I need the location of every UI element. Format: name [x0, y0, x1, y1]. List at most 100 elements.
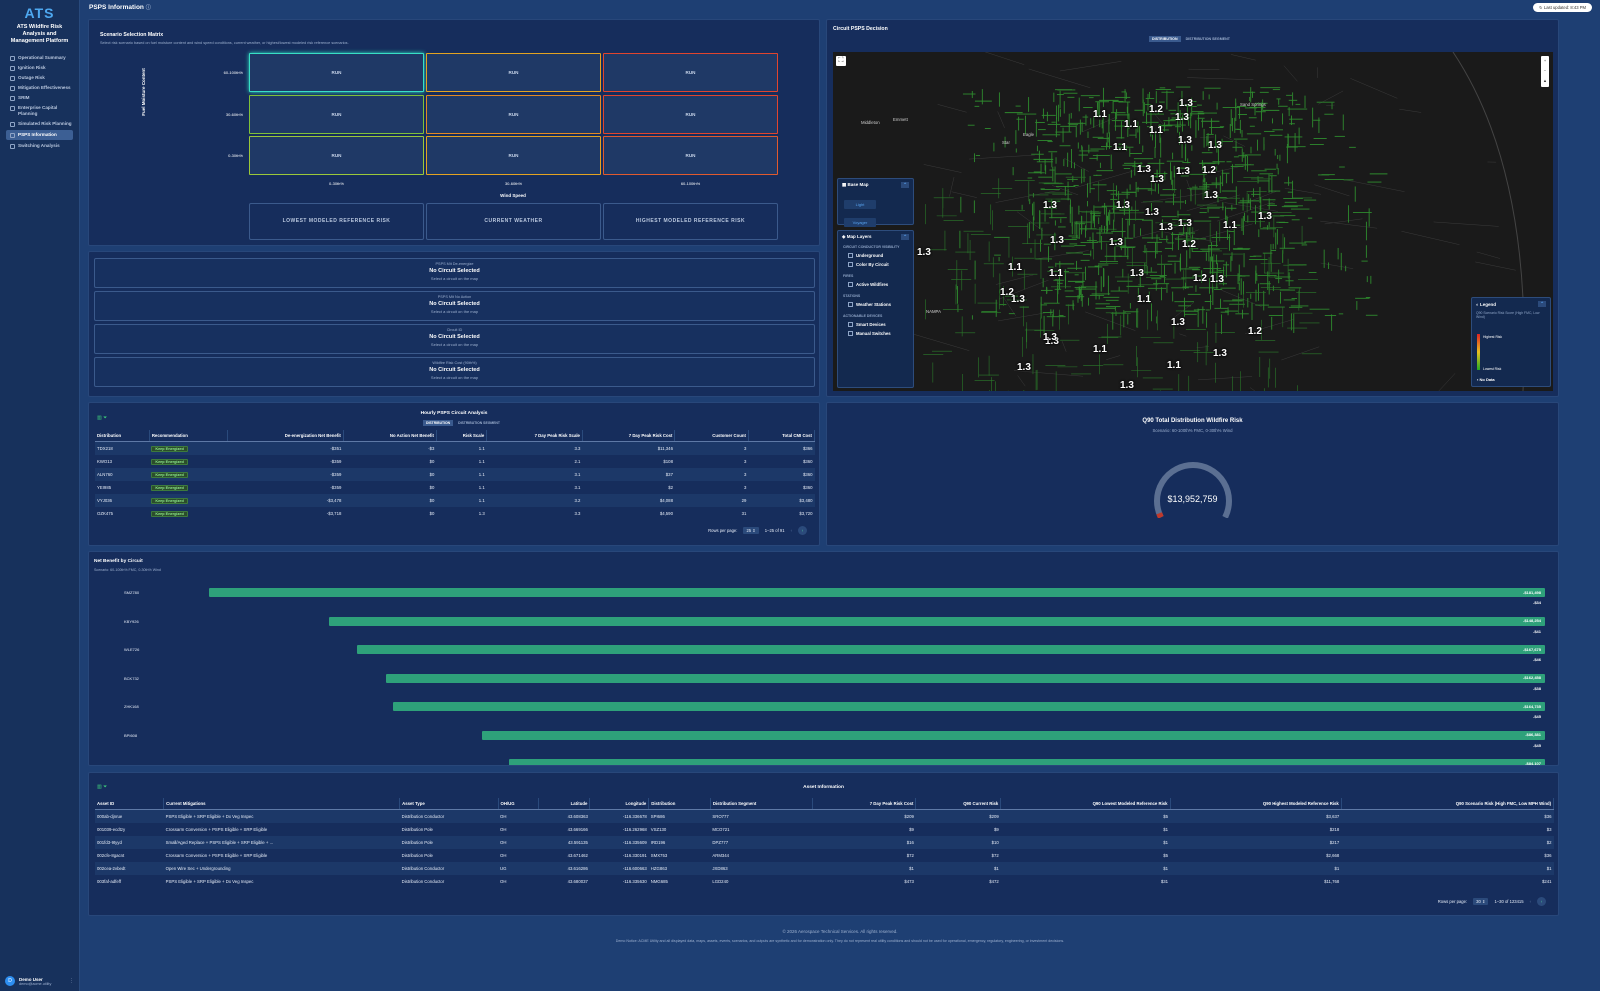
table-row[interactable]: YEI985 Keep Energized -$359 $0 1.1 3.1 $2 3 $360	[95, 481, 815, 494]
map-risk-label[interactable]: 1.3	[1116, 200, 1130, 211]
map-risk-label[interactable]: 1.3	[1043, 332, 1057, 343]
map-risk-label[interactable]: 1.2	[1248, 326, 1262, 337]
map-risk-label[interactable]: 1.3	[1210, 274, 1224, 285]
tab-distribution[interactable]: DISTRIBUTION	[1149, 36, 1181, 42]
matrix-cell-run[interactable]: RUN	[426, 53, 601, 92]
sidebar-item-mitigation-effectiveness[interactable]: Mitigation Effectiveness	[0, 83, 79, 93]
column-header[interactable]: Q90 Scenario Risk (High FMC, Low MPH Win…	[1341, 798, 1555, 810]
sidebar-item-outage-risk[interactable]: Outage Risk	[0, 73, 79, 83]
rows-per-page-select[interactable]: 30 ⇕	[1473, 898, 1489, 905]
net-benefit-bar[interactable]	[482, 730, 1545, 740]
map-risk-label[interactable]: 1.3	[1178, 135, 1192, 146]
matrix-cell-run[interactable]: RUN	[603, 53, 778, 92]
scenario-button-lowest-modeled-reference-risk[interactable]: LOWEST MODELED REFERENCE RISK	[249, 203, 424, 240]
map-risk-label[interactable]: 1.1	[1093, 109, 1107, 120]
map-risk-label[interactable]: 1.2	[1149, 104, 1163, 115]
zoom-out-icon[interactable]: −	[1541, 66, 1549, 76]
layer-active-wildfires[interactable]: Active Wildfires	[838, 280, 913, 289]
net-benefit-bar[interactable]	[357, 645, 1545, 654]
map-risk-label[interactable]: 1.2	[1182, 239, 1196, 250]
column-header[interactable]: Q90 Lowest Modeled Reference Risk	[1000, 798, 1171, 810]
column-header[interactable]: Asset Type	[399, 798, 499, 810]
layer-weather-stations[interactable]: Weather Stations	[838, 300, 913, 309]
next-page-icon[interactable]: ›	[1537, 897, 1546, 906]
map-risk-label[interactable]: 1.2	[1193, 273, 1207, 284]
net-benefit-bar[interactable]	[209, 588, 1545, 597]
column-header[interactable]: 7 Day Peak Risk Cost	[582, 430, 676, 442]
column-header[interactable]: 7 Day Peak Risk Cost	[812, 798, 917, 810]
net-benefit-bar[interactable]	[509, 759, 1545, 765]
column-header[interactable]: Asset ID	[95, 798, 165, 810]
map-risk-label[interactable]: 1.3	[1043, 200, 1057, 211]
net-benefit-bar[interactable]	[393, 702, 1545, 711]
map-risk-label[interactable]: 1.3	[1145, 207, 1159, 218]
sidebar-item-ignition-risk[interactable]: Ignition Risk	[0, 63, 79, 73]
column-header[interactable]: De-energization Net Benefit	[227, 430, 344, 442]
table-row[interactable]: ALN760 Keep Energized -$359 $0 1.1 3.1 $37 3 $36…	[95, 467, 815, 481]
column-header[interactable]: Distribution	[95, 430, 150, 442]
map-risk-label[interactable]: 1.3	[1204, 190, 1218, 201]
collapse-icon[interactable]: ⌃	[901, 234, 909, 240]
map-risk-label[interactable]: 1.3	[1017, 362, 1031, 373]
map-risk-label[interactable]: 1.3	[1011, 294, 1025, 305]
info-icon[interactable]: ⓘ	[146, 5, 151, 11]
collapse-icon[interactable]: ⌃	[1538, 301, 1546, 307]
map-risk-label[interactable]: 1.1	[1124, 119, 1138, 130]
user-profile[interactable]: D Demo User demo@acme.utility ⋮	[5, 976, 74, 986]
column-header[interactable]: Current Mitigations	[163, 798, 401, 810]
map-risk-label[interactable]: 1.3	[1130, 268, 1144, 279]
table-row[interactable]: 002cea-2vbedt Open Wire Sec + Underground…	[95, 861, 1554, 875]
column-header[interactable]: Q90 Current Risk	[915, 798, 1002, 810]
map-risk-label[interactable]: 1.1	[1149, 125, 1163, 136]
map-risk-label[interactable]: 1.3	[1179, 98, 1193, 109]
matrix-cell-run[interactable]: RUN	[249, 53, 424, 92]
column-header[interactable]: Distribution	[648, 798, 711, 810]
table-row[interactable]: TDX218 Keep Energized -$351 -$3 1.1 3.3 $11,34…	[95, 441, 815, 455]
map-risk-label[interactable]: 1.1	[1137, 294, 1151, 305]
layer-color-by-circuit[interactable]: Color By Circuit	[838, 260, 913, 269]
fullscreen-icon[interactable]: ⛶	[836, 56, 846, 66]
compass-icon[interactable]: ▲	[1541, 76, 1549, 86]
map-risk-label[interactable]: 1.1	[1113, 142, 1127, 153]
sidebar-item-operational-summary[interactable]: Operational Summary	[0, 53, 79, 63]
column-header[interactable]: Total CMI Cost	[748, 430, 816, 442]
map-canvas[interactable]: 1.3 1.2 1.3 1.1 1.1 1.1 1.3 1.3 1.1 1.3 1.3 1.2 1.3 1…	[833, 52, 1553, 391]
layer-manual-switches[interactable]: Manual Switches	[838, 329, 913, 338]
more-icon[interactable]: ⋮	[69, 978, 74, 984]
matrix-cell-run[interactable]: RUN	[249, 136, 424, 175]
scenario-button-highest-modeled-reference-risk[interactable]: HIGHEST MODELED REFERENCE RISK	[603, 203, 778, 240]
sidebar-item-enterprise-capital-planning[interactable]: Enterprise Capital Planning	[0, 103, 79, 119]
scenario-button-current-weather[interactable]: CURRENT WEATHER	[426, 203, 601, 240]
tab-distribution-segment[interactable]: DISTRIBUTION SEGMENT	[1183, 36, 1233, 42]
map-risk-label[interactable]: 1.1	[1008, 262, 1022, 273]
matrix-cell-run[interactable]: RUN	[603, 95, 778, 134]
map-risk-label[interactable]: 1.1	[1223, 220, 1237, 231]
layer-smart-devices[interactable]: Smart Devices	[838, 320, 913, 329]
basemap-light[interactable]: Light	[844, 200, 876, 209]
column-header[interactable]: Q90 Highest Modeled Reference Risk	[1170, 798, 1342, 810]
column-header[interactable]: No Action Net Benefit	[343, 430, 437, 442]
map-risk-label[interactable]: 1.3	[1159, 222, 1173, 233]
map-risk-label[interactable]: 1.3	[1171, 317, 1185, 328]
sidebar-item-switching-analysis[interactable]: Switching Analysis	[0, 141, 79, 151]
collapse-icon[interactable]: ⌃	[901, 182, 909, 188]
table-row[interactable]: 002cfe-8gacnt Crossarm Conversion + PSPS …	[95, 849, 1554, 862]
column-header[interactable]: Distribution Segment	[710, 798, 814, 810]
map-risk-label[interactable]: 1.3	[1175, 112, 1189, 123]
map-risk-label[interactable]: 1.3	[1208, 140, 1222, 151]
sidebar-item-simulated-risk-planning[interactable]: Simulated Risk Planning	[0, 119, 79, 129]
prev-page-icon[interactable]: ‹	[791, 528, 792, 533]
map-risk-label[interactable]: 1.1	[1167, 360, 1181, 371]
map-risk-label[interactable]: 1.3	[1137, 164, 1151, 175]
column-header[interactable]: Longitude	[589, 798, 650, 810]
map-risk-label[interactable]: 1.2	[1202, 165, 1216, 176]
matrix-cell-run[interactable]: RUN	[426, 136, 601, 175]
map-risk-label[interactable]: 1.3	[1176, 166, 1190, 177]
next-page-icon[interactable]: ›	[798, 526, 807, 535]
tab-distribution[interactable]: DISTRIBUTION	[423, 420, 454, 426]
map-risk-label[interactable]: 1.3	[1258, 211, 1272, 222]
column-header[interactable]: OH/UG	[498, 798, 539, 810]
column-header[interactable]: Customer Count	[674, 430, 749, 442]
map-risk-label[interactable]: 1.1	[1049, 268, 1063, 279]
column-header[interactable]: Risk Scale	[436, 430, 488, 442]
